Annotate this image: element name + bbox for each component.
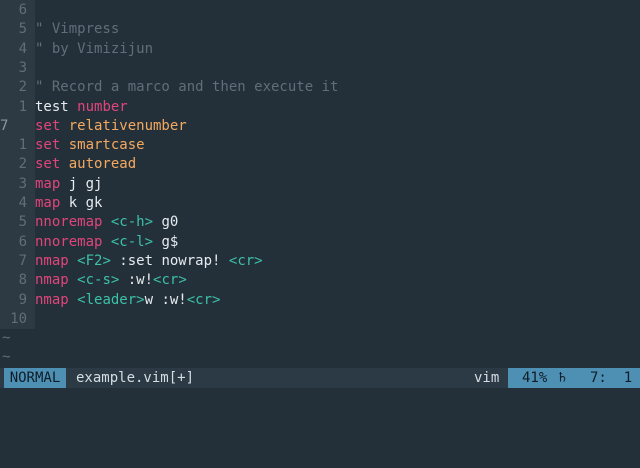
code-token-keyword: set: [35, 117, 69, 134]
line-number: 7: [18, 252, 27, 269]
line-number: 9: [18, 291, 27, 308]
code-token-key: <c-l>: [110, 233, 154, 250]
line-code: " Record a marco and then execute it: [35, 78, 338, 97]
file-type: vim: [474, 370, 500, 386]
code-token-keyword: nnoremap: [35, 214, 103, 231]
line-code: set smartcase: [35, 136, 145, 155]
code-token-key: <cr>: [228, 252, 263, 269]
code-token-comment: " Record a marco and then execute it: [35, 79, 339, 96]
code-token-key: <F2>: [77, 252, 111, 269]
buffer-line[interactable]: 4 " by Vimizijun: [0, 40, 640, 59]
code-token-keyword: nmap: [35, 272, 69, 289]
code-token-plain: w :w!: [144, 291, 187, 308]
line-number: 4: [18, 40, 27, 57]
line-code: " Vimpress: [35, 20, 119, 39]
code-token-comment: " Vimpress: [35, 21, 120, 38]
line-number: 1: [18, 98, 27, 115]
code-token-keyword: nnoremap: [35, 233, 103, 250]
line-code: nmap <c-s> :w!<cr>: [35, 271, 187, 290]
line-number: 5: [18, 21, 27, 38]
code-token-plain: j gj: [60, 175, 103, 192]
code-token-key: <c-h>: [110, 214, 154, 231]
buffer-line[interactable]: 4 map k gk: [0, 194, 640, 213]
tilde-marker: ~: [2, 330, 11, 346]
line-code: " by Vimizijun: [35, 40, 153, 59]
line-code: test number: [35, 98, 128, 117]
code-token-keyword: map: [35, 175, 61, 192]
code-token-plain: test: [35, 98, 78, 115]
code-token-key: <c-s>: [77, 272, 120, 289]
code-token-keyword: map: [35, 195, 61, 211]
line-number: 2: [18, 156, 27, 173]
file-name: example.vim[+]: [76, 370, 195, 386]
current-line-number: 7: [0, 117, 9, 134]
line-code: set autoread: [35, 155, 136, 174]
command-line[interactable]: [0, 388, 640, 408]
buffer-line[interactable]: 6 nnoremap <c-l> g$: [0, 233, 640, 252]
buffer-line[interactable]: 2 " Record a marco and then execute it: [0, 78, 640, 97]
line-number: 1: [18, 137, 27, 154]
line-code: nmap <F2> :set nowrap! <cr>: [35, 252, 263, 271]
buffer-line[interactable]: 1 set smartcase: [0, 136, 640, 155]
buffer-line[interactable]: 10: [0, 310, 640, 329]
code-token-plain: :w!: [119, 272, 154, 289]
code-token-option: autoread: [68, 156, 137, 173]
code-token-comment: " by Vimizijun: [35, 40, 154, 57]
code-token-keyword: nmap: [35, 252, 69, 269]
code-token-keyword: set: [35, 156, 69, 173]
code-token-plain: k gk: [60, 195, 103, 211]
buffer-line[interactable]: 7 nmap <F2> :set nowrap! <cr>: [0, 252, 640, 271]
line-code: map k gk: [35, 194, 102, 213]
code-token-keyword: number: [77, 98, 128, 115]
buffer-line[interactable]: 2 set autoread: [0, 155, 640, 174]
line-code: nmap <leader>w :w!<cr>: [35, 291, 220, 310]
scroll-percent: 41%: [522, 370, 548, 386]
buffer-line[interactable]: 6: [0, 1, 640, 20]
line-number: 5: [18, 214, 27, 231]
line-code: map j gj: [35, 175, 102, 194]
line-code: set relativenumber: [35, 117, 187, 136]
buffer-line[interactable]: 5 " Vimpress: [0, 20, 640, 39]
editor-window[interactable]: 6 5 " Vimpress 4 " by Vimizijun 3 2 " Record a …: [0, 0, 640, 368]
line-number: 8: [18, 272, 27, 289]
code-token-keyword: set: [35, 137, 69, 154]
buffer-line[interactable]: 3 map j gj: [0, 175, 640, 194]
line-number: 6: [18, 233, 27, 250]
code-token-key: <cr>: [153, 272, 187, 289]
tilde-marker: ~: [2, 349, 11, 365]
buffer-line[interactable]: 7 set relativenumber: [0, 117, 640, 136]
line-number: 10: [10, 310, 27, 327]
status-line: NORMAL example.vim[+] vim 41% ♄ 7: 1: [0, 368, 640, 388]
mode-indicator: NORMAL: [4, 368, 66, 388]
line-number: 2: [18, 79, 27, 96]
scroll-position-icon: ♄: [558, 370, 567, 386]
code-token-option: relativenumber: [68, 117, 187, 134]
buffer-line[interactable]: 1 test number: [0, 98, 640, 117]
line-code: nnoremap <c-l> g$: [35, 233, 178, 252]
line-number: 3: [18, 175, 27, 192]
code-token-plain: g0: [153, 214, 179, 231]
cursor-position: 7: 1: [590, 370, 633, 386]
buffer-line[interactable]: 5 nnoremap <c-h> g0: [0, 213, 640, 232]
code-token-option: smartcase: [68, 137, 145, 154]
line-code: nnoremap <c-h> g0: [35, 213, 178, 232]
code-token-plain: g$: [153, 233, 179, 250]
code-token-keyword: nmap: [35, 291, 69, 308]
code-token-key: <leader>: [77, 291, 145, 308]
buffer-line[interactable]: 3: [0, 59, 640, 78]
buffer-line[interactable]: 8 nmap <c-s> :w!<cr>: [0, 271, 640, 290]
buffer-line[interactable]: 9 nmap <leader>w :w!<cr>: [0, 291, 640, 310]
line-number: 4: [18, 195, 27, 211]
line-number: 3: [18, 59, 27, 76]
code-token-key: <cr>: [186, 291, 221, 308]
position-block: 41% ♄ 7: 1: [508, 368, 640, 388]
line-number: 6: [18, 2, 27, 18]
code-token-plain: :set nowrap!: [110, 252, 229, 269]
